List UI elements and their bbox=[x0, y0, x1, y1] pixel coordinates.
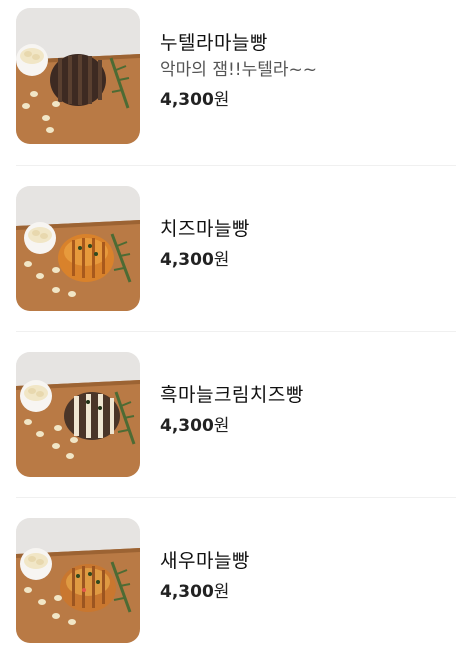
cheese-garlic-bread-photo-icon bbox=[16, 186, 140, 311]
nutella-garlic-bread-photo-icon bbox=[16, 8, 140, 144]
menu-item-photo[interactable] bbox=[16, 352, 140, 477]
price-value: 4,300 bbox=[160, 582, 214, 602]
menu-item-photo[interactable] bbox=[16, 8, 140, 144]
menu-item-name: 누텔라마늘빵 bbox=[160, 32, 268, 54]
shrimp-garlic-bread-photo-icon bbox=[16, 518, 140, 643]
price-value: 4,300 bbox=[160, 90, 214, 110]
menu-item-price: 4,300원 bbox=[160, 248, 450, 272]
menu-item-photo[interactable] bbox=[16, 518, 140, 643]
black-garlic-cream-cheese-bread-photo-icon bbox=[16, 352, 140, 477]
price-currency: 원 bbox=[213, 582, 230, 602]
menu-item-name: 치즈마늘빵 bbox=[160, 218, 250, 240]
menu-item-price: 4,300원 bbox=[160, 88, 450, 112]
menu-list: 누텔라마늘빵 악마의 잼!!누텔라~~ 4,300원 치즈마늘빵 4,300원 … bbox=[0, 0, 466, 655]
price-value: 4,300 bbox=[160, 416, 214, 436]
price-currency: 원 bbox=[213, 250, 230, 270]
menu-item-name: 흑마늘크림치즈빵 bbox=[160, 384, 304, 406]
menu-item-name: 새우마늘빵 bbox=[160, 550, 250, 572]
menu-item[interactable]: 누텔라마늘빵 악마의 잼!!누텔라~~ 4,300원 bbox=[16, 0, 456, 160]
menu-item-price: 4,300원 bbox=[160, 580, 450, 604]
price-currency: 원 bbox=[213, 416, 230, 436]
menu-item-photo[interactable] bbox=[16, 186, 140, 311]
price-value: 4,300 bbox=[160, 250, 214, 270]
menu-item[interactable]: 치즈마늘빵 4,300원 bbox=[16, 166, 456, 326]
menu-item[interactable]: 새우마늘빵 4,300원 bbox=[16, 498, 456, 658]
price-currency: 원 bbox=[213, 90, 230, 110]
menu-item[interactable]: 흑마늘크림치즈빵 4,300원 bbox=[16, 332, 456, 492]
menu-item-price: 4,300원 bbox=[160, 414, 450, 438]
menu-item-description: 악마의 잼!!누텔라~~ bbox=[160, 60, 318, 80]
